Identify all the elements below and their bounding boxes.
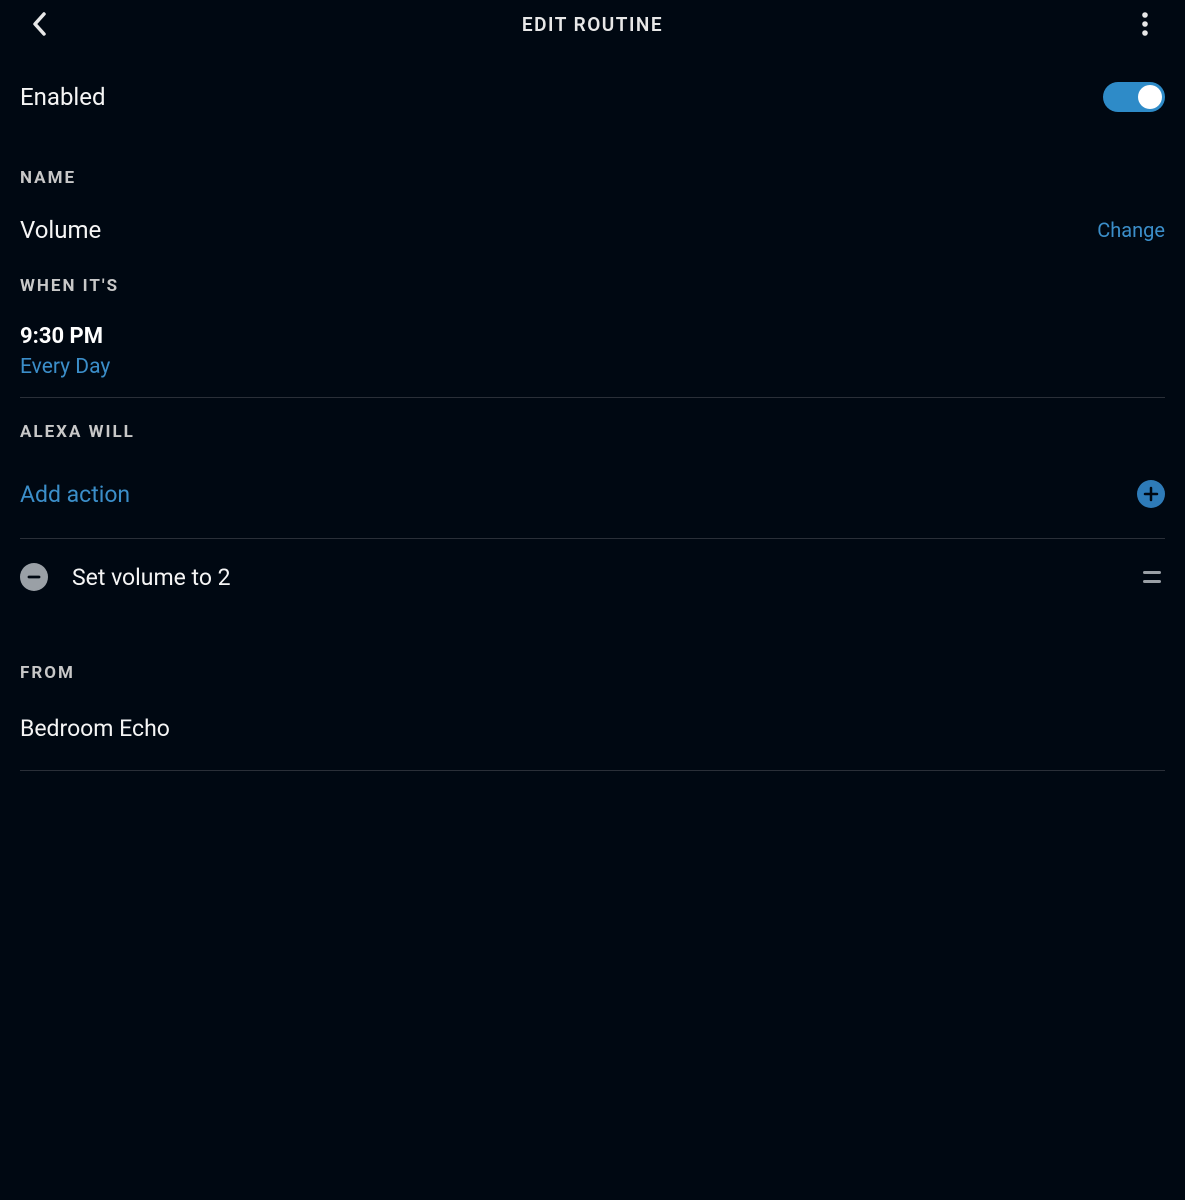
from-section-label: FROM <box>20 663 1165 683</box>
drag-handle-icon <box>1143 571 1161 574</box>
schedule-time: 9:30 PM <box>20 324 1165 349</box>
action-text[interactable]: Set volume to 2 <box>72 564 1115 591</box>
page-title: EDIT ROUTINE <box>522 13 663 36</box>
name-section-label: NAME <box>20 168 1165 188</box>
alexa-will-section-label: ALEXA WILL <box>20 422 1165 442</box>
drag-handle-icon <box>1143 580 1161 583</box>
toggle-knob <box>1138 85 1162 109</box>
drag-handle[interactable] <box>1139 567 1165 587</box>
enabled-row: Enabled <box>20 48 1165 136</box>
add-action-button[interactable]: Add action <box>20 450 1165 538</box>
overflow-menu-button[interactable] <box>1129 8 1161 40</box>
when-section-label: WHEN IT'S <box>20 276 1165 296</box>
name-row: Volume Change <box>20 216 1165 244</box>
divider <box>20 770 1165 771</box>
enabled-toggle[interactable] <box>1103 82 1165 112</box>
plus-icon <box>1137 480 1165 508</box>
main-content: Enabled NAME Volume Change WHEN IT'S 9:3… <box>0 48 1185 771</box>
change-name-link[interactable]: Change <box>1097 218 1165 242</box>
enabled-label: Enabled <box>20 83 106 111</box>
routine-name: Volume <box>20 216 101 244</box>
more-vert-icon <box>1141 10 1149 38</box>
app-header: EDIT ROUTINE <box>0 0 1185 48</box>
chevron-left-icon <box>30 10 50 38</box>
divider <box>20 397 1165 398</box>
add-action-label: Add action <box>20 481 130 508</box>
minus-icon <box>26 569 42 585</box>
schedule-row[interactable]: 9:30 PM Every Day <box>20 324 1165 379</box>
action-item: Set volume to 2 <box>20 539 1165 615</box>
from-device[interactable]: Bedroom Echo <box>20 715 1165 742</box>
back-button[interactable] <box>24 8 56 40</box>
remove-action-button[interactable] <box>20 563 48 591</box>
schedule-repeat: Every Day <box>20 355 1165 379</box>
